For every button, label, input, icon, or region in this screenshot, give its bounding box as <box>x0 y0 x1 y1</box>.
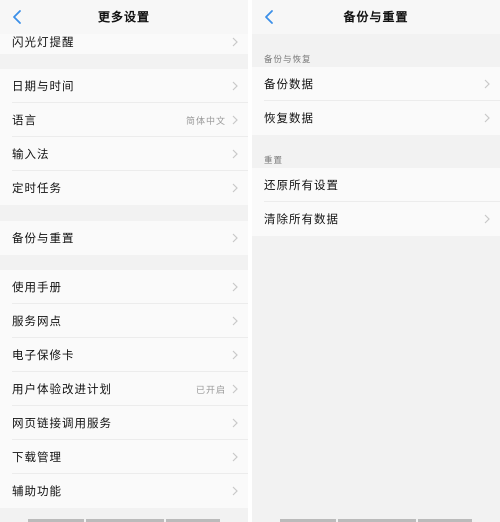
settings-item-user-experience-program[interactable]: 用户体验改进计划 已开启 <box>0 372 248 406</box>
settings-item-label: 下载管理 <box>12 450 62 464</box>
chevron-right-icon <box>232 233 238 243</box>
chevron-right-icon <box>232 452 238 462</box>
settings-item-label: 输入法 <box>12 147 50 161</box>
settings-item-label: 定时任务 <box>12 181 62 195</box>
settings-item-backup-data[interactable]: 备份数据 <box>252 67 500 101</box>
settings-item-flash-reminder[interactable]: 闪光灯提醒 <box>0 34 248 54</box>
chevron-right-icon <box>484 214 490 224</box>
settings-item-user-manual[interactable]: 使用手册 <box>0 270 248 304</box>
top-bar: 更多设置 <box>0 0 248 34</box>
settings-item-date-time[interactable]: 日期与时间 <box>0 69 248 103</box>
settings-item-label: 还原所有设置 <box>264 178 339 192</box>
settings-item-reset-all-settings[interactable]: 还原所有设置 <box>252 168 500 202</box>
backup-reset-pane: 备份与重置 备份与恢复 备份数据 恢复数据 重置 还原所有设置 清除所有数据 <box>252 0 500 522</box>
chevron-right-icon <box>232 149 238 159</box>
section-header-reset: 重置 <box>264 156 284 166</box>
settings-item-label: 日期与时间 <box>12 79 75 93</box>
settings-item-label: 备份与重置 <box>12 231 75 245</box>
settings-item-accessibility[interactable]: 辅助功能 <box>0 474 248 508</box>
settings-item-e-warranty-card[interactable]: 电子保修卡 <box>0 338 248 372</box>
settings-item-label: 备份数据 <box>264 77 314 91</box>
settings-item-label: 语言 <box>12 113 37 127</box>
settings-item-restore-data[interactable]: 恢复数据 <box>252 101 500 135</box>
settings-item-value: 简体中文 <box>185 116 226 127</box>
settings-item-label: 用户体验改进计划 <box>12 382 112 396</box>
chevron-right-icon <box>232 316 238 326</box>
chevron-right-icon <box>232 282 238 292</box>
page-title: 备份与重置 <box>343 10 409 24</box>
settings-item-language[interactable]: 语言 简体中文 <box>0 103 248 137</box>
settings-item-web-link-service[interactable]: 网页链接调用服务 <box>0 406 248 440</box>
settings-item-label: 清除所有数据 <box>264 212 339 226</box>
settings-item-label: 使用手册 <box>12 280 62 294</box>
settings-item-label: 网页链接调用服务 <box>12 416 112 430</box>
chevron-right-icon <box>232 37 238 47</box>
chevron-right-icon <box>232 115 238 125</box>
page-title: 更多设置 <box>97 10 150 24</box>
settings-item-input-method[interactable]: 输入法 <box>0 137 248 171</box>
settings-item-download-manager[interactable]: 下载管理 <box>0 440 248 474</box>
chevron-right-icon <box>232 81 238 91</box>
chevron-right-icon <box>484 113 490 123</box>
chevron-right-icon <box>232 183 238 193</box>
top-bar: 备份与重置 <box>252 0 500 34</box>
chevron-right-icon <box>232 486 238 496</box>
settings-item-service-outlets[interactable]: 服务网点 <box>0 304 248 338</box>
chevron-right-icon <box>484 79 490 89</box>
settings-item-backup-reset[interactable]: 备份与重置 <box>0 221 248 255</box>
more-settings-pane: 更多设置 闪光灯提醒 日期与时间 语言 简体中文 输入法 定时任务 备份与重置 … <box>0 0 248 522</box>
settings-item-label: 辅助功能 <box>12 484 62 498</box>
settings-item-scheduled-tasks[interactable]: 定时任务 <box>0 171 248 205</box>
chevron-right-icon <box>232 350 238 360</box>
settings-item-erase-all-data[interactable]: 清除所有数据 <box>252 202 500 236</box>
settings-item-label: 闪光灯提醒 <box>12 35 75 49</box>
settings-item-value: 已开启 <box>195 385 226 396</box>
section-header-backup-restore: 备份与恢复 <box>264 55 312 65</box>
settings-item-label: 恢复数据 <box>264 111 314 125</box>
chevron-right-icon <box>232 418 238 428</box>
settings-item-label: 电子保修卡 <box>12 348 75 362</box>
settings-item-label: 服务网点 <box>12 314 62 328</box>
chevron-right-icon <box>232 384 238 394</box>
